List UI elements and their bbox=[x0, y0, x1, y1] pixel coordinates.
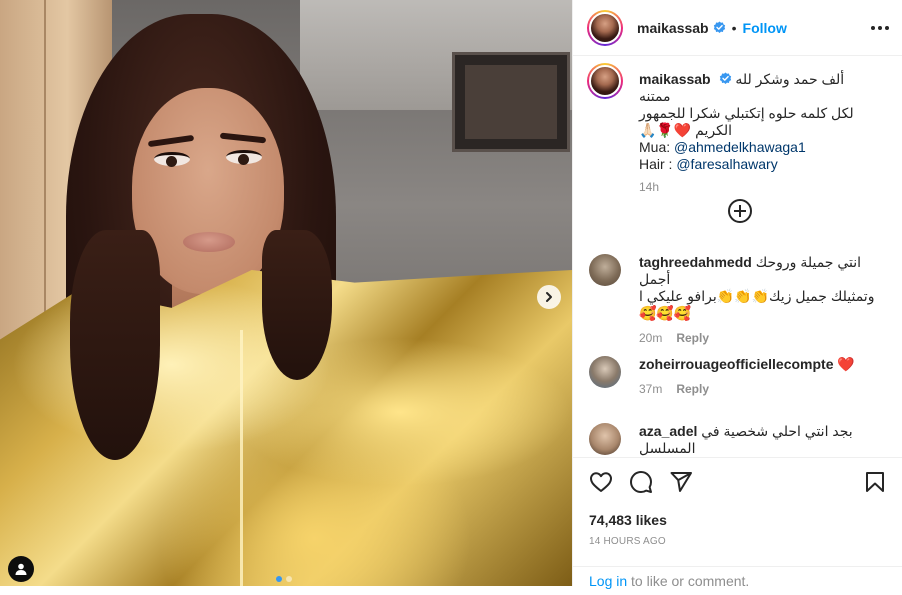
instagram-post: maikassab • Follow maikassab ألف حمد وشك… bbox=[0, 0, 902, 589]
comment-text-line-2: المسلسل bbox=[639, 440, 696, 456]
comment-avatar[interactable] bbox=[589, 423, 621, 455]
post-side-panel: maikassab • Follow maikassab ألف حمد وشك… bbox=[572, 0, 902, 589]
comment-text-line-1: ❤️ bbox=[837, 356, 855, 372]
caption-hair-line: Hair : @faresalhawary bbox=[639, 156, 879, 173]
comment-time[interactable]: 37m bbox=[639, 382, 662, 396]
reply-button[interactable]: Reply bbox=[676, 382, 709, 396]
comment-avatar[interactable] bbox=[589, 254, 621, 286]
photo-wall-frame bbox=[452, 52, 570, 152]
verified-badge-icon bbox=[713, 21, 725, 33]
like-button[interactable] bbox=[589, 470, 615, 496]
comment-text-line-2: وتمثيلك جميل زيك👏👏👏برافو عليكي ا bbox=[639, 288, 875, 304]
caption-time[interactable]: 14h bbox=[639, 179, 879, 196]
verified-badge-icon bbox=[719, 72, 731, 84]
carousel-next-button[interactable] bbox=[537, 285, 561, 309]
carousel-indicator bbox=[276, 576, 292, 582]
comment-username[interactable]: aza_adel bbox=[639, 423, 697, 439]
more-options-icon[interactable] bbox=[871, 20, 889, 36]
reply-button[interactable]: Reply bbox=[676, 331, 709, 345]
comment-body: aza_adel بجد انتي احلي شخصية في المسلسل bbox=[639, 423, 879, 457]
login-prompt: Log in to like or comment. bbox=[573, 566, 902, 595]
caption-text-line-2: لكل كلمه حلوه إتكتبلي شكرا للجمهور bbox=[639, 105, 854, 121]
login-prompt-text: to like or comment. bbox=[627, 573, 750, 589]
caption-mua-line: Mua: @ahmedelkhawaga1 bbox=[639, 139, 879, 156]
caption-body: maikassab ألف حمد وشكر لله ممتنه لكل كلم… bbox=[639, 71, 879, 196]
caption-username[interactable]: maikassab bbox=[639, 71, 711, 87]
likes-suffix: likes bbox=[631, 512, 667, 528]
plus-circle-icon[interactable] bbox=[728, 199, 752, 223]
user-tags-button[interactable] bbox=[8, 556, 34, 582]
mention-link-mua[interactable]: @ahmedelkhawaga1 bbox=[674, 139, 806, 155]
caption-hair-label: Hair : bbox=[639, 156, 677, 172]
comment-button[interactable] bbox=[629, 470, 655, 496]
post-timestamp[interactable]: 14 HOURS AGO bbox=[589, 536, 666, 547]
carousel-dot-active bbox=[276, 576, 282, 582]
caption-text-line-3: الكريم ❤️🌹🙏🏻 bbox=[639, 122, 733, 138]
likes-count[interactable]: 74,483 likes bbox=[589, 512, 667, 528]
comment-body: zoheirrouageofficiellecompte ❤️ 37m Reply bbox=[639, 356, 879, 398]
header-separator: • bbox=[731, 19, 737, 36]
comment-body: taghreedahmedd انتي جميلة وروحك أجمل وتم… bbox=[639, 254, 879, 347]
photo-jacket-zipper bbox=[240, 330, 243, 586]
photo-hair-right-strand bbox=[262, 230, 332, 380]
comments-section[interactable]: maikassab ألف حمد وشكر لله ممتنه لكل كلم… bbox=[573, 57, 902, 457]
comment-meta: 37m Reply bbox=[639, 381, 879, 398]
share-button[interactable] bbox=[669, 470, 695, 496]
post-header: maikassab • Follow bbox=[573, 0, 902, 56]
avatar[interactable] bbox=[587, 9, 623, 46]
action-icons-row bbox=[589, 470, 889, 496]
comment-username[interactable]: zoheirrouageofficiellecompte bbox=[639, 356, 833, 372]
heart-icon bbox=[590, 472, 612, 492]
comment-meta: 20m Reply bbox=[639, 330, 879, 347]
caption-avatar[interactable] bbox=[587, 63, 623, 99]
caption-mua-label: Mua: bbox=[639, 139, 675, 155]
photo-eye-left bbox=[154, 152, 190, 167]
comment-username[interactable]: taghreedahmedd bbox=[639, 254, 752, 270]
bookmark-icon bbox=[866, 472, 884, 492]
comment-text-line-3: 🥰🥰🥰 bbox=[639, 305, 692, 321]
photo-eye-right bbox=[226, 150, 262, 165]
post-photo[interactable] bbox=[0, 0, 572, 586]
photo-hair-left-strand bbox=[70, 230, 160, 460]
mention-link-hair[interactable]: @faresalhawary bbox=[676, 156, 777, 172]
carousel-dot bbox=[286, 576, 292, 582]
header-username[interactable]: maikassab bbox=[637, 20, 709, 36]
paper-plane-icon bbox=[670, 472, 692, 492]
comment-text-line-1: بجد انتي احلي شخصية في bbox=[701, 423, 853, 439]
chevron-right-icon bbox=[546, 292, 552, 302]
likes-number: 74,483 bbox=[589, 512, 632, 528]
login-link[interactable]: Log in bbox=[589, 573, 627, 589]
comment-time[interactable]: 20m bbox=[639, 331, 662, 345]
save-button[interactable] bbox=[863, 470, 889, 496]
user-tag-icon bbox=[15, 563, 27, 575]
photo-lips bbox=[183, 232, 235, 252]
comment-avatar[interactable] bbox=[589, 356, 621, 388]
post-actions: 74,483 likes 14 HOURS AGO Log in to like… bbox=[573, 457, 902, 589]
follow-button[interactable]: Follow bbox=[743, 20, 787, 36]
comment-icon bbox=[630, 471, 652, 493]
